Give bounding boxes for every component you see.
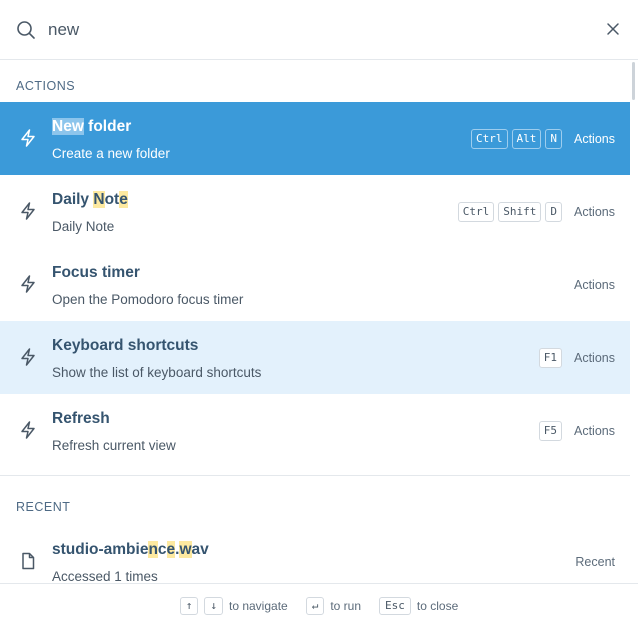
- title-text: av: [191, 541, 209, 558]
- list-item[interactable]: Focus timer Open the Pomodoro focus timer…: [0, 248, 630, 321]
- navigate-label: to navigate: [228, 599, 288, 613]
- item-title: Focus timer: [52, 264, 140, 282]
- item-subtitle: Show the list of keyboard shortcuts: [52, 365, 262, 380]
- shortcut-key: F1: [538, 347, 562, 368]
- match-highlight: N: [93, 191, 105, 208]
- item-title: Refresh: [52, 410, 110, 428]
- match-highlight: n: [148, 541, 158, 558]
- results-list: ACTIONS New folder Create a new folder Ctr…: [0, 60, 630, 583]
- match-highlight: e: [166, 541, 176, 558]
- title-text: folder: [83, 118, 132, 135]
- shortcut-key: Ctrl: [471, 128, 508, 149]
- shortcut-key: Shift: [498, 201, 542, 222]
- run-hint: ↵ to run: [305, 597, 362, 615]
- search-icon: [17, 21, 35, 39]
- match-highlight: w: [179, 541, 192, 558]
- title-text: c: [157, 541, 167, 558]
- section-header-recent: RECENT: [0, 475, 630, 525]
- lightning-icon: [21, 275, 35, 293]
- item-meta: F5 Actions: [538, 394, 615, 467]
- down-key: ↓: [204, 597, 223, 615]
- item-meta: Ctrl Shift D Actions: [457, 175, 615, 248]
- list-item[interactable]: Refresh Refresh current view F5 Actions: [0, 394, 630, 467]
- item-meta: Recent: [567, 525, 615, 583]
- close-hint: Esc to close: [379, 597, 458, 615]
- recent-list: studio-ambience.wav Accessed 1 times Recen…: [0, 525, 630, 583]
- shortcut-key: N: [545, 128, 562, 149]
- close-label: to close: [416, 599, 459, 613]
- item-title: Keyboard shortcuts: [52, 337, 198, 355]
- item-subtitle: Accessed 1 times: [52, 569, 158, 583]
- list-item[interactable]: New folder Create a new folder Ctrl Alt N Act…: [0, 102, 630, 175]
- section-header-actions: ACTIONS: [16, 79, 76, 93]
- item-category: Recent: [575, 554, 615, 569]
- title-text: Keyboard shortcuts: [52, 337, 199, 354]
- title-text: Daily: [52, 191, 94, 208]
- search-input[interactable]: [48, 18, 568, 42]
- item-category: Actions: [574, 131, 615, 146]
- shortcut-key: Alt: [511, 128, 542, 149]
- match-highlight: e: [119, 191, 128, 208]
- item-category: Actions: [574, 423, 615, 438]
- item-meta: Ctrl Alt N Actions: [471, 102, 615, 175]
- item-meta: Actions: [566, 248, 615, 321]
- lightning-icon: [21, 202, 35, 220]
- enter-key: ↵: [305, 597, 325, 615]
- list-item[interactable]: studio-ambience.wav Accessed 1 times Recen…: [0, 525, 630, 583]
- lightning-icon: [21, 348, 35, 366]
- title-text: studio-ambie: [52, 541, 149, 558]
- item-title: studio-ambience.wav: [52, 541, 209, 559]
- item-meta: F1 Actions: [538, 321, 615, 394]
- scrollbar[interactable]: [632, 62, 635, 100]
- title-text: Focus timer: [52, 264, 140, 281]
- lightning-icon: [21, 421, 35, 439]
- shortcut-key: Ctrl: [457, 201, 495, 222]
- item-subtitle: Daily Note: [52, 219, 115, 234]
- file-icon: [22, 552, 35, 570]
- match-highlight: New: [52, 118, 84, 135]
- list-item[interactable]: Keyboard shortcuts Show the list of keybo…: [0, 321, 630, 394]
- item-title: New folder: [52, 118, 131, 136]
- actions-list: New folder Create a new folder Ctrl Alt N Act…: [0, 102, 630, 467]
- search-bar: [0, 0, 638, 60]
- list-item[interactable]: Daily Note Daily Note Ctrl Shift D Actions: [0, 175, 630, 248]
- item-category: Actions: [574, 277, 615, 292]
- navigate-hint: ↑ ↓ to navigate: [179, 597, 288, 615]
- esc-key: Esc: [379, 597, 411, 615]
- item-subtitle: Create a new folder: [52, 146, 170, 161]
- lightning-icon: [21, 129, 35, 147]
- title-text: Refresh: [52, 410, 110, 427]
- title-text: ot: [104, 191, 120, 208]
- item-subtitle: Open the Pomodoro focus timer: [52, 292, 244, 307]
- item-category: Actions: [574, 204, 615, 219]
- shortcut-key: F5: [538, 420, 562, 441]
- shortcut-key: D: [545, 201, 562, 222]
- footer-hints: ↑ ↓ to navigate ↵ to run Esc to close: [0, 583, 638, 628]
- item-category: Actions: [574, 350, 615, 365]
- item-subtitle: Refresh current view: [52, 438, 176, 453]
- up-key: ↑: [179, 597, 199, 615]
- close-icon[interactable]: [606, 22, 620, 36]
- item-title: Daily Note: [52, 191, 128, 209]
- run-label: to run: [330, 599, 362, 613]
